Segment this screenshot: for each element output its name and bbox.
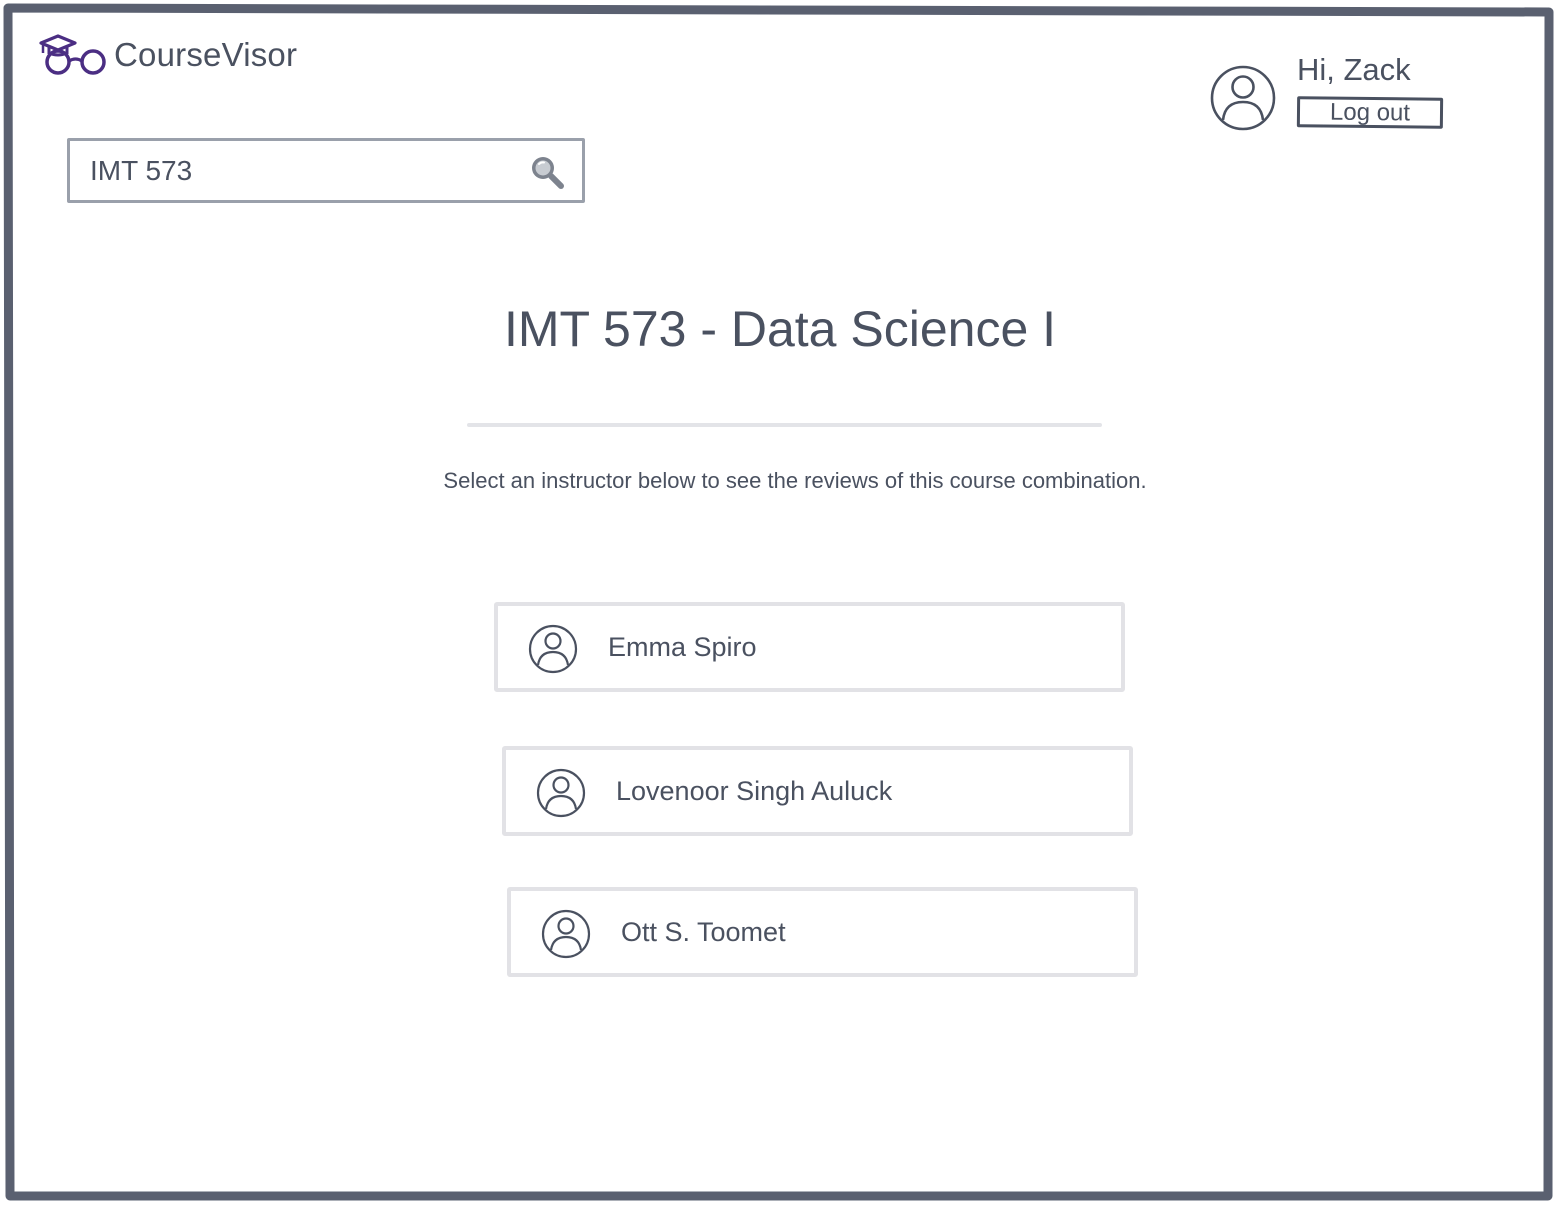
brand-logo[interactable]: CourseVisor xyxy=(38,30,297,80)
instructor-name: Ott S. Toomet xyxy=(621,917,786,947)
instructor-name: Lovenoor Singh Auluck xyxy=(616,776,893,806)
instructor-name: Emma Spiro xyxy=(608,632,757,662)
page-title: IMT 573 - Data Science I xyxy=(503,301,1057,357)
search-input[interactable] xyxy=(90,151,510,191)
instructor-card-ott-s-toomet[interactable]: Ott S. Toomet xyxy=(507,887,1138,977)
instructor-card-emma-spiro[interactable]: Emma Spiro xyxy=(494,602,1125,692)
instructor-card-lovenoor-singh-auluck[interactable]: Lovenoor Singh Auluck xyxy=(502,746,1133,836)
logout-button[interactable]: Log out xyxy=(1296,96,1444,129)
user-avatar-icon xyxy=(528,624,578,674)
user-greeting: Hi, Zack xyxy=(1297,52,1411,87)
brand-name: CourseVisor xyxy=(114,36,298,73)
search-box[interactable] xyxy=(67,138,585,203)
user-avatar-icon[interactable] xyxy=(1209,64,1277,132)
graduation-cap-glasses-icon xyxy=(39,34,106,75)
user-avatar-icon xyxy=(541,909,591,959)
instructions-text: Select an instructor below to see the re… xyxy=(443,468,1147,493)
title-divider xyxy=(467,423,1102,427)
user-avatar-icon xyxy=(536,768,586,818)
search-icon[interactable] xyxy=(528,153,568,193)
